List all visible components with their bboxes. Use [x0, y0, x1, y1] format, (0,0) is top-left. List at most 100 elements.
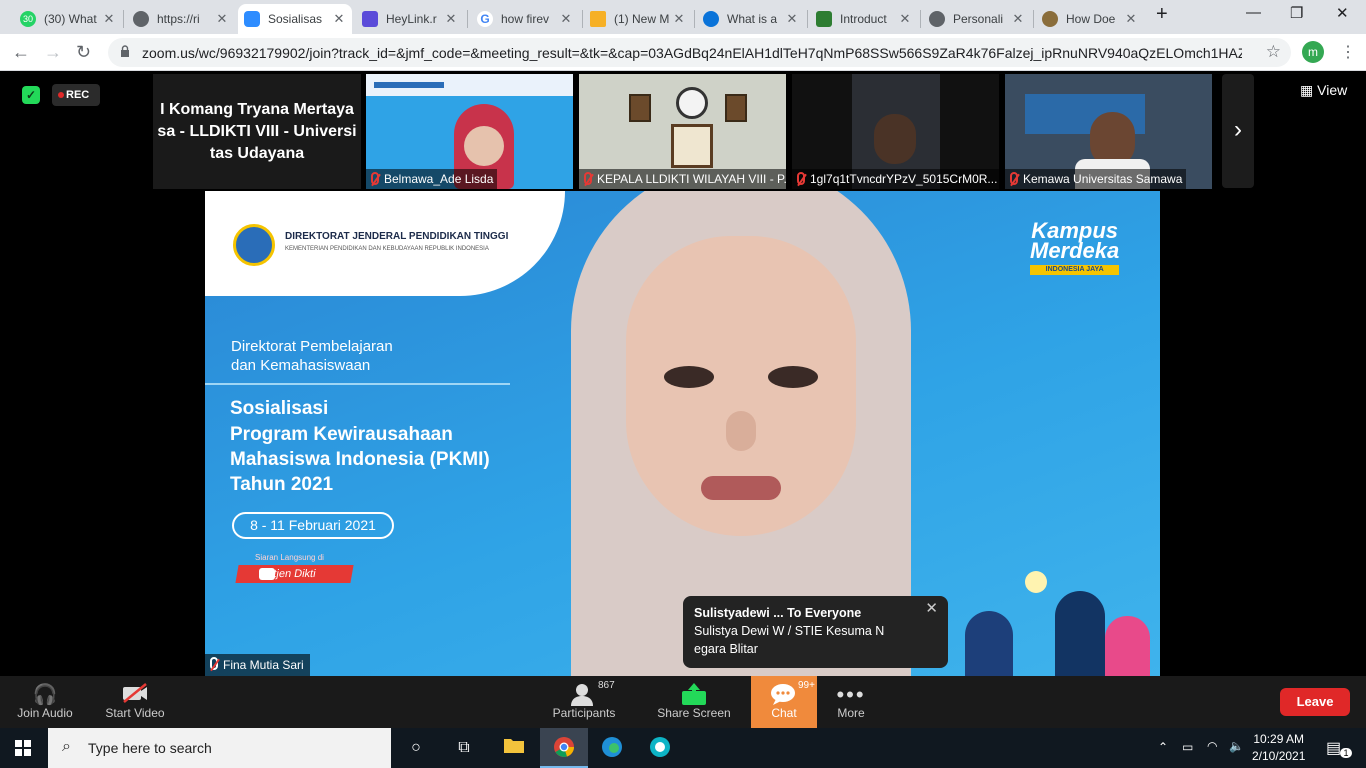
tab-separator — [807, 10, 808, 28]
muted-mic-icon — [797, 172, 805, 185]
close-tab-icon[interactable]: ✕ — [215, 11, 229, 27]
tab-separator — [467, 10, 468, 28]
file-explorer-icon[interactable] — [502, 736, 526, 760]
muted-mic-icon — [371, 172, 379, 185]
recording-indicator[interactable]: REC — [52, 84, 100, 106]
tab-title: What is a — [727, 12, 778, 26]
start-video-button[interactable]: Start Video — [100, 676, 170, 728]
show-hidden-icons-chevron[interactable]: ⌃ — [1158, 740, 1168, 754]
profile-avatar[interactable]: m — [1302, 41, 1324, 63]
globe-icon — [133, 11, 149, 27]
minimize-button[interactable]: — — [1246, 4, 1261, 21]
site-icon — [1042, 11, 1058, 27]
participant-name-tile[interactable]: I Komang Tryana Mertaya sa - LLDIKTI VII… — [153, 74, 361, 189]
edge-icon[interactable] — [600, 736, 624, 760]
browser-tab[interactable]: What is a ✕ — [697, 4, 805, 34]
notification-count: 1 — [1340, 748, 1352, 758]
speaker-face — [626, 236, 856, 536]
browser-tab[interactable]: Introduct ✕ — [810, 4, 918, 34]
tab-title: (30) What — [44, 12, 97, 26]
close-icon[interactable]: ✕ — [925, 600, 938, 618]
next-page-chevron-icon[interactable]: › — [1222, 74, 1254, 188]
directorate-line: Direktorat Pembelajaran — [231, 338, 393, 355]
browser-tab[interactable]: HeyLink.r ✕ — [356, 4, 464, 34]
zoom-control-bar: 🎧 Join Audio Start Video Participants 86… — [0, 676, 1366, 728]
tut-wuri-handayani-logo — [233, 224, 275, 266]
browser-tab[interactable]: https://ri ✕ — [127, 4, 235, 34]
participant-name-text: I Komang Tryana Mertaya sa - LLDIKTI VII… — [157, 101, 357, 162]
browser-toolbar: ← → ↻ zoom.us/wc/96932179902/join?track_… — [0, 34, 1366, 71]
volume-icon[interactable]: 🔈 — [1229, 739, 1244, 753]
mail-icon — [590, 11, 606, 27]
browser-tab[interactable]: Personali ✕ — [923, 4, 1031, 34]
share-screen-button[interactable]: Share Screen — [654, 676, 734, 728]
close-tab-icon[interactable]: ✕ — [444, 11, 458, 27]
speaker-lips — [701, 476, 781, 500]
org-title: DIREKTORAT JENDERAL PENDIDIKAN TINGGI — [285, 231, 509, 242]
join-audio-button[interactable]: 🎧 Join Audio — [12, 676, 78, 728]
close-tab-icon[interactable]: ✕ — [559, 11, 573, 27]
browser-tab[interactable]: (1) New M ✕ — [584, 4, 692, 34]
tab-separator — [582, 10, 583, 28]
cortana-icon[interactable]: ○ — [404, 736, 428, 760]
system-clock[interactable]: 10:29 AM 2/10/2021 — [1252, 731, 1305, 765]
task-view-icon[interactable]: ⧉ — [452, 736, 476, 760]
close-tab-icon[interactable]: ✕ — [102, 11, 116, 27]
browser-tab[interactable]: 30 (30) What ✕ — [14, 4, 122, 34]
participant-video-thumbnail[interactable]: 1gl7q1tTvncdrYPzV_5015CrM0R... — [792, 74, 999, 189]
windows-start-icon[interactable] — [15, 740, 31, 756]
encryption-shield-icon[interactable]: ✓ — [22, 86, 40, 104]
back-arrow-icon[interactable]: ← — [12, 42, 30, 63]
close-tab-icon[interactable]: ✕ — [1124, 11, 1138, 27]
tab-title: How Doe — [1066, 12, 1116, 26]
reload-icon[interactable]: ↻ — [76, 42, 91, 63]
address-bar[interactable]: zoom.us/wc/96932179902/join?track_id=&jm… — [108, 38, 1291, 67]
browser-tab[interactable]: G how firev ✕ — [471, 4, 579, 34]
maximize-button[interactable]: ❐ — [1290, 4, 1303, 22]
participant-video-thumbnail[interactable]: KEPALA LLDIKTI WILAYAH VIII - P... — [579, 74, 786, 189]
participant-name-label: Kemawa Universitas Samawa — [1005, 169, 1187, 189]
tab-title: (1) New M — [614, 12, 670, 26]
taskbar-search-box[interactable]: ⌕ Type here to search — [48, 728, 391, 768]
more-button[interactable]: ••• More — [824, 676, 878, 728]
share-screen-icon — [654, 676, 734, 706]
chat-notification-popup[interactable]: Sulistyadewi ... To Everyone Sulistya De… — [683, 596, 948, 668]
browser-tab-active[interactable]: Sosialisas ✕ — [238, 4, 352, 34]
leave-button[interactable]: Leave — [1280, 688, 1350, 716]
notification-center-icon[interactable]: ▤ — [1326, 738, 1341, 758]
participant-name-label: KEPALA LLDIKTI WILAYAH VIII - P... — [579, 169, 786, 189]
close-tab-icon[interactable]: ✕ — [672, 11, 686, 27]
participant-name-label: 1gl7q1tTvncdrYPzV_5015CrM0R... — [792, 169, 999, 189]
wifi-icon[interactable]: ◠ — [1207, 739, 1217, 753]
close-tab-icon[interactable]: ✕ — [785, 11, 799, 27]
windows-taskbar: ⌕ Type here to search ○ ⧉ ⌃ ▭ ◠ 🔈 10:29 … — [0, 728, 1366, 768]
tab-title: how firev — [501, 12, 550, 26]
globe-icon — [929, 11, 945, 27]
participant-video-thumbnail[interactable]: Kemawa Universitas Samawa — [1005, 74, 1212, 189]
chrome-icon[interactable] — [552, 736, 576, 760]
close-tab-icon[interactable]: ✕ — [332, 11, 346, 27]
org-subtitle: KEMENTERIAN PENDIDIKAN DAN KEBUDAYAAN RE… — [285, 246, 489, 252]
participant-video-thumbnail[interactable]: Belmawa_Ade Lisda — [366, 74, 573, 189]
att-icon — [703, 11, 719, 27]
muted-mic-icon — [1010, 172, 1018, 185]
browser-tab[interactable]: How Doe ✕ — [1036, 4, 1144, 34]
more-dots-icon: ••• — [836, 682, 866, 707]
tab-separator — [1033, 10, 1034, 28]
battery-icon[interactable]: ▭ — [1182, 740, 1193, 754]
bookmark-star-icon[interactable]: ☆ — [1266, 42, 1281, 62]
close-tab-icon[interactable]: ✕ — [1011, 11, 1025, 27]
browser-tab-strip: 30 (30) What ✕ https://ri ✕ Sosialisas ✕… — [0, 0, 1366, 34]
slide-thumb-header — [374, 82, 444, 88]
kampus-merdeka-logo: Kampus Merdeka INDONESIA JAYA — [1030, 218, 1120, 275]
close-tab-icon[interactable]: ✕ — [898, 11, 912, 27]
view-button[interactable]: ▦ View — [1300, 82, 1347, 99]
forward-arrow-icon[interactable]: → — [44, 42, 62, 63]
speaker-eye — [768, 366, 818, 388]
muted-mic-icon — [584, 172, 592, 185]
close-window-button[interactable]: ✕ — [1336, 4, 1349, 22]
browser-menu-icon[interactable]: ⋮ — [1340, 42, 1356, 62]
event-date-badge: 8 - 11 Februari 2021 — [232, 512, 394, 539]
app-icon[interactable] — [648, 736, 672, 760]
new-tab-button[interactable]: + — [1156, 3, 1168, 26]
